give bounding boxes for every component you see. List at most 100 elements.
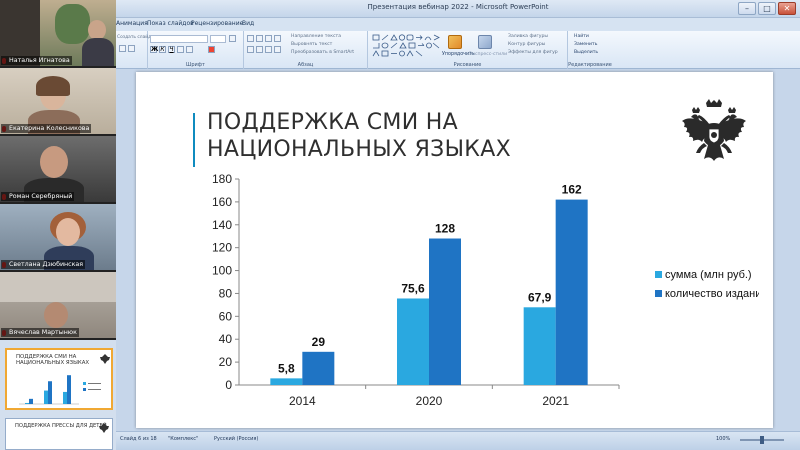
tab-review[interactable]: Рецензирование bbox=[191, 20, 243, 27]
select-button[interactable]: Выделить bbox=[574, 50, 598, 55]
zoom-level[interactable]: 100% bbox=[716, 436, 730, 442]
align-right-icon[interactable] bbox=[265, 46, 272, 53]
slide-thumbnail-current[interactable]: ПОДДЕРЖКА СМИ НА НАЦИОНАЛЬНЫХ ЯЗЫКАХ bbox=[5, 348, 113, 410]
y-tick-label: 180 bbox=[212, 173, 232, 186]
slide[interactable]: ПОДДЕРЖКА СМИ НА НАЦИОНАЛЬНЫХ ЯЗЫКАХ 0 2… bbox=[136, 72, 773, 428]
tab-slideshow[interactable]: Показ слайдов bbox=[147, 20, 194, 27]
thumbnail-bar bbox=[25, 402, 29, 404]
thumbnail-legend-swatch bbox=[83, 388, 86, 391]
participant-head bbox=[88, 20, 106, 40]
slide-title-line2: НАЦИОНАЛЬНЫХ ЯЗЫКАХ bbox=[207, 137, 511, 162]
shadow-icon[interactable] bbox=[186, 46, 193, 53]
theme-name: "Комплекс" bbox=[168, 436, 199, 442]
y-tick-label: 60 bbox=[219, 309, 233, 323]
numbering-icon[interactable] bbox=[256, 35, 263, 42]
align-center-icon[interactable] bbox=[256, 46, 263, 53]
shape-fill-button[interactable]: Заливка фигуры bbox=[508, 34, 548, 39]
close-button[interactable]: ✕ bbox=[778, 2, 796, 15]
participant-name: Вячеслав Мартынюк bbox=[1, 328, 79, 337]
tab-animation[interactable]: Анимация bbox=[116, 20, 148, 27]
quick-styles-icon[interactable] bbox=[478, 35, 492, 49]
x-tick-label: 2021 bbox=[542, 394, 569, 408]
quick-styles-button[interactable]: Экспресс-стили bbox=[469, 52, 507, 57]
y-tick-label: 160 bbox=[212, 195, 232, 209]
ribbon: Создать слайд Ж К Ч Шрифт Направление те… bbox=[116, 31, 800, 69]
convert-smartart-button[interactable]: Преобразовать в SmartArt bbox=[291, 50, 354, 55]
chart-legend: сумма (млн руб.) количество изданий bbox=[655, 269, 759, 300]
participant-tile[interactable]: Роман Серебряный bbox=[0, 136, 116, 202]
grow-font-icon[interactable] bbox=[229, 35, 236, 42]
bar bbox=[523, 307, 556, 385]
shapes-gallery[interactable] bbox=[372, 34, 440, 60]
tab-view[interactable]: Вид bbox=[242, 20, 254, 27]
justify-icon[interactable] bbox=[274, 46, 281, 53]
language-indicator[interactable]: Русский (Россия) bbox=[214, 436, 258, 442]
legend-label: количество изданий bbox=[665, 288, 759, 300]
y-tick-label: 40 bbox=[219, 332, 233, 346]
replace-button[interactable]: Заменить bbox=[574, 42, 597, 47]
participant-head bbox=[40, 146, 68, 178]
paragraph-group: Направление текста Выровнять текст Преоб… bbox=[244, 31, 368, 69]
participant-name: Екатерина Колесникова bbox=[1, 124, 92, 133]
shape-effects-button[interactable]: Эффекты для фигур bbox=[508, 50, 558, 55]
find-button[interactable]: Найти bbox=[574, 34, 589, 39]
thumbnail-legend-swatch bbox=[83, 382, 86, 385]
plant-shape bbox=[55, 4, 90, 44]
increase-indent-icon[interactable] bbox=[274, 35, 281, 42]
thumbnail-title: ПОДДЕРЖКА ПРЕССЫ ДЛЯ ДЕТЕЙ bbox=[15, 423, 107, 429]
participant-tile[interactable]: Наталья Игнатова bbox=[0, 0, 116, 66]
zoom-slider-handle[interactable] bbox=[760, 436, 764, 444]
thumbnail-title-line2: НАЦИОНАЛЬНЫХ ЯЗЫКАХ bbox=[16, 360, 90, 366]
font-name-select[interactable] bbox=[150, 35, 208, 43]
bar bbox=[555, 199, 588, 385]
bold-icon[interactable]: Ж bbox=[150, 46, 158, 53]
hair-shape bbox=[36, 76, 70, 96]
window-controls: – □ ✕ bbox=[738, 2, 796, 15]
strikethrough-icon[interactable] bbox=[177, 46, 184, 53]
slide-thumbnail[interactable]: ПОДДЕРЖКА ПРЕССЫ ДЛЯ ДЕТЕЙ bbox=[5, 418, 113, 450]
minimize-button[interactable]: – bbox=[738, 2, 756, 15]
participant-name: Роман Серебряный bbox=[1, 192, 75, 201]
italic-icon[interactable]: К bbox=[159, 46, 166, 53]
reset-icon[interactable] bbox=[128, 45, 135, 52]
underline-icon[interactable]: Ч bbox=[168, 46, 175, 53]
align-left-icon[interactable] bbox=[247, 46, 254, 53]
font-color-icon[interactable] bbox=[208, 46, 215, 53]
participant-tile[interactable]: Светлана Дзюбинская bbox=[0, 204, 116, 270]
new-slide-button[interactable]: Создать слайд bbox=[117, 35, 151, 40]
maximize-button[interactable]: □ bbox=[758, 2, 776, 15]
arrange-icon[interactable] bbox=[448, 35, 462, 49]
thumbnail-bar bbox=[44, 390, 48, 404]
chart-bars: 5,8 29 75,6 128 67,9 162 bbox=[270, 183, 588, 385]
editing-group: Найти Заменить Выделить Редактирование bbox=[568, 31, 612, 69]
bar bbox=[397, 298, 429, 385]
thumbnail-bar bbox=[29, 398, 33, 404]
drawing-group-label: Рисование bbox=[453, 62, 482, 68]
text-direction-button[interactable]: Направление текста bbox=[291, 34, 341, 39]
legend-label: сумма (млн руб.) bbox=[665, 269, 752, 281]
participant-body bbox=[82, 38, 114, 66]
align-text-button[interactable]: Выровнять текст bbox=[291, 42, 332, 47]
thumbnail-emblem-icon bbox=[100, 354, 110, 364]
slide-thumbnails-pane: ПОДДЕРЖКА СМИ НА НАЦИОНАЛЬНЫХ ЯЗЫКАХ ПОД… bbox=[0, 340, 116, 450]
decrease-indent-icon[interactable] bbox=[265, 35, 272, 42]
bar bbox=[429, 238, 461, 385]
legend-swatch bbox=[655, 290, 662, 297]
drawing-group: Упорядочить Экспресс-стили Заливка фигур… bbox=[368, 31, 568, 69]
participant-name: Светлана Дзюбинская bbox=[1, 260, 86, 269]
data-label: 128 bbox=[435, 222, 455, 236]
participant-tile[interactable]: Вячеслав Мартынюк bbox=[0, 272, 116, 338]
font-group: Ж К Ч Шрифт bbox=[148, 31, 244, 69]
video-call-panel: Наталья Игнатова Екатерина Колесникова Р… bbox=[0, 0, 116, 450]
bullets-icon[interactable] bbox=[247, 35, 254, 42]
layout-icon[interactable] bbox=[119, 45, 126, 52]
thumbnail-chart bbox=[19, 375, 101, 405]
bar bbox=[302, 351, 335, 385]
slide-title[interactable]: ПОДДЕРЖКА СМИ НА НАЦИОНАЛЬНЫХ ЯЗЫКАХ bbox=[207, 109, 587, 163]
participant-tile[interactable]: Екатерина Колесникова bbox=[0, 68, 116, 134]
data-label: 5,8 bbox=[278, 361, 295, 375]
data-label: 29 bbox=[312, 335, 326, 349]
font-size-select[interactable] bbox=[210, 35, 226, 43]
title-accent-bar bbox=[193, 113, 195, 167]
shape-outline-button[interactable]: Контур фигуры bbox=[508, 42, 545, 47]
